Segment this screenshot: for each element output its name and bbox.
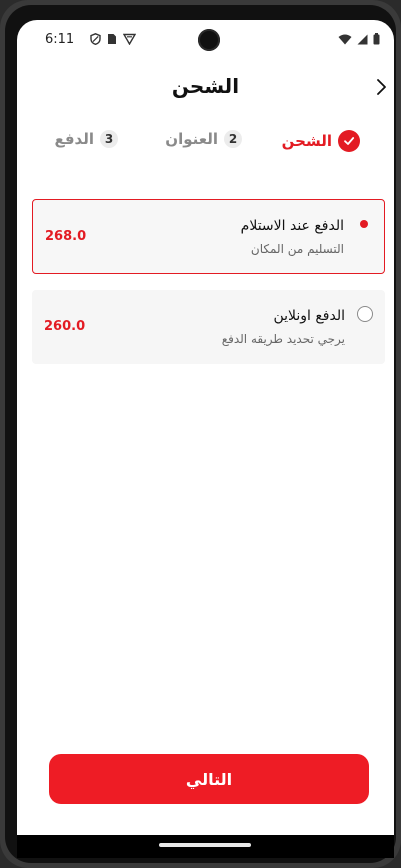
check-circle-icon	[338, 130, 360, 152]
step-label: الدفع	[54, 130, 94, 148]
sim-card-icon	[108, 34, 116, 44]
front-camera	[198, 29, 220, 51]
page-title: الشحن	[171, 74, 240, 98]
option-subtitle: التسليم من المكان	[250, 242, 344, 256]
step-number: 2	[224, 130, 242, 148]
chevron-right-icon[interactable]	[372, 76, 390, 98]
status-bar: 6:11	[17, 20, 394, 58]
step-address[interactable]: 2 العنوان	[165, 130, 242, 148]
signal-icon	[357, 34, 368, 44]
app-screen: 6:11 الشحن الشحن 2 العنوان 3 الدفع الدفع…	[17, 20, 394, 858]
option-subtitle: يرجي تحديد طريقه الدفع	[221, 332, 345, 346]
option-price: 268.0	[45, 229, 87, 244]
battery-icon	[373, 33, 380, 45]
next-button[interactable]: التالي	[49, 754, 369, 804]
option-price: 260.0	[44, 319, 86, 334]
step-number: 3	[100, 130, 118, 148]
step-label: العنوان	[165, 130, 218, 148]
radio-unselected[interactable]	[357, 306, 373, 322]
step-shipping[interactable]: الشحن	[282, 130, 360, 152]
option-title: الدفع عند الاستلام	[240, 218, 344, 234]
shield-icon	[90, 33, 101, 45]
status-icons-left	[90, 33, 136, 45]
option-cash-on-delivery[interactable]: الدفع عند الاستلام التسليم من المكان 268…	[32, 199, 385, 274]
home-gesture-pill[interactable]	[159, 843, 251, 847]
step-payment[interactable]: 3 الدفع	[54, 130, 118, 148]
step-label: الشحن	[281, 132, 332, 150]
system-nav-bar	[17, 835, 394, 858]
device-bezel: 6:11 الشحن الشحن 2 العنوان 3 الدفع الدفع…	[5, 5, 396, 863]
wifi-icon	[338, 34, 352, 44]
status-time: 6:11	[45, 32, 75, 47]
vpn-icon	[123, 33, 136, 45]
app-header: الشحن	[17, 70, 394, 106]
option-title: الدفع اونلاين	[273, 308, 345, 324]
option-online-payment[interactable]: الدفع اونلاين يرجي تحديد طريقه الدفع 260…	[32, 290, 385, 364]
status-icons-right	[338, 33, 380, 45]
device-frame: 6:11 الشحن الشحن 2 العنوان 3 الدفع الدفع…	[0, 0, 401, 868]
checkout-steps: الشحن 2 العنوان 3 الدفع	[17, 130, 394, 156]
radio-selected[interactable]	[356, 216, 372, 232]
